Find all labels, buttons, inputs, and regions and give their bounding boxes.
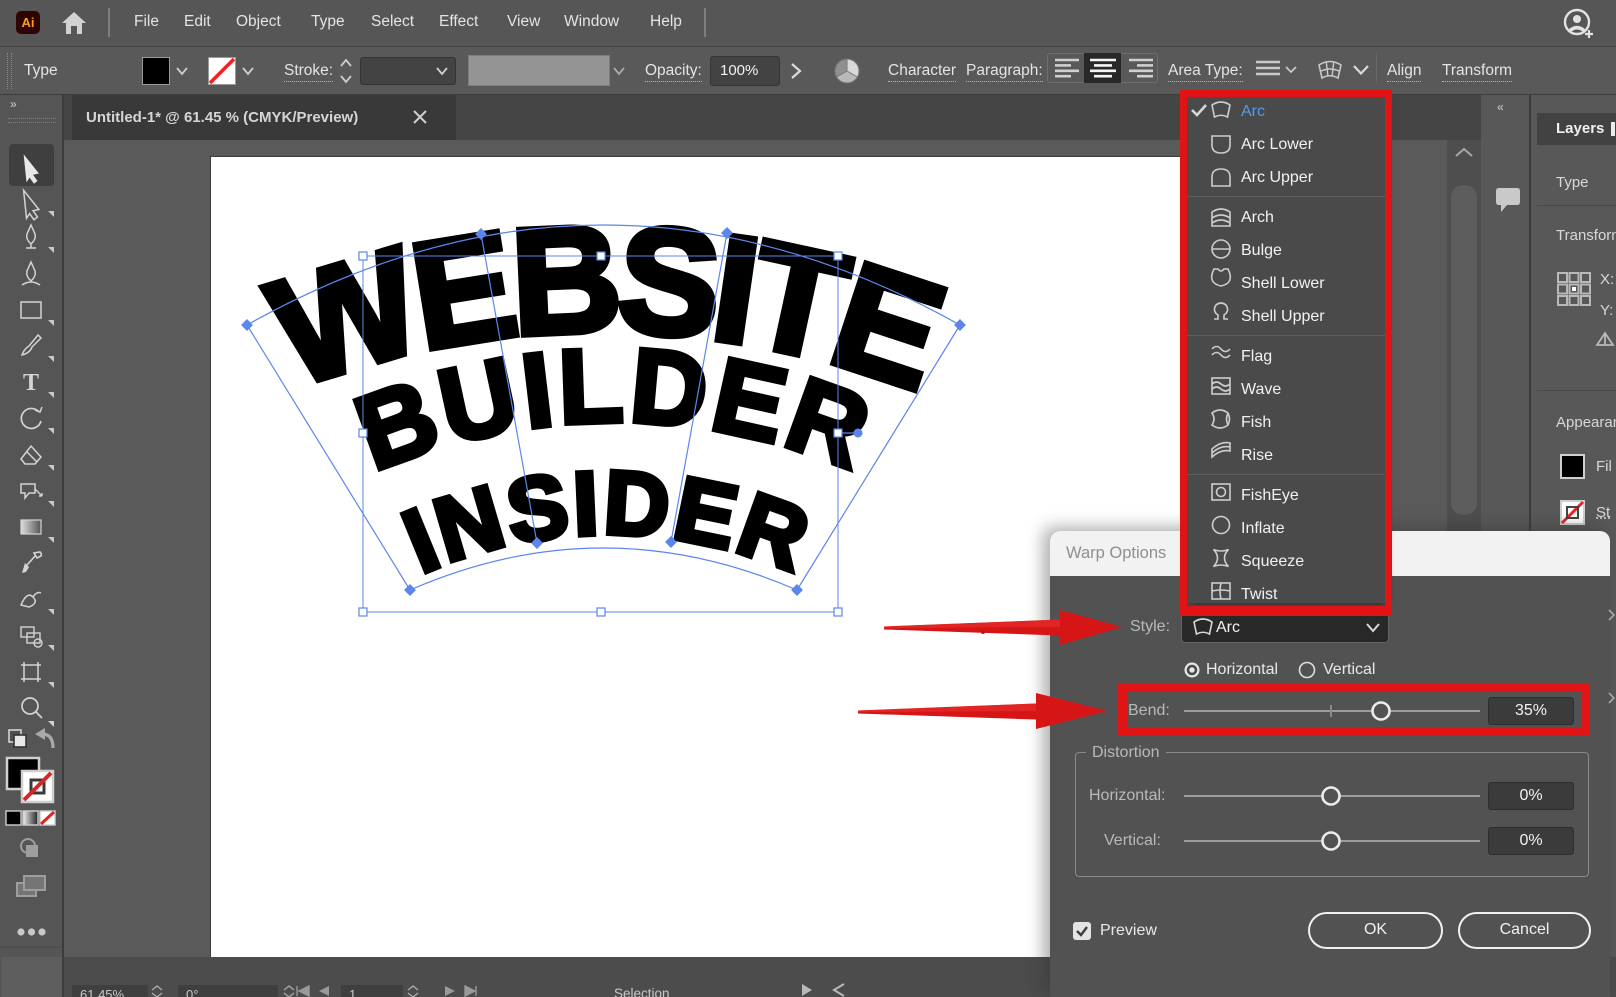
svg-text:INSIDER: INSIDER — [391, 453, 824, 592]
svg-text:T: T — [23, 370, 39, 396]
